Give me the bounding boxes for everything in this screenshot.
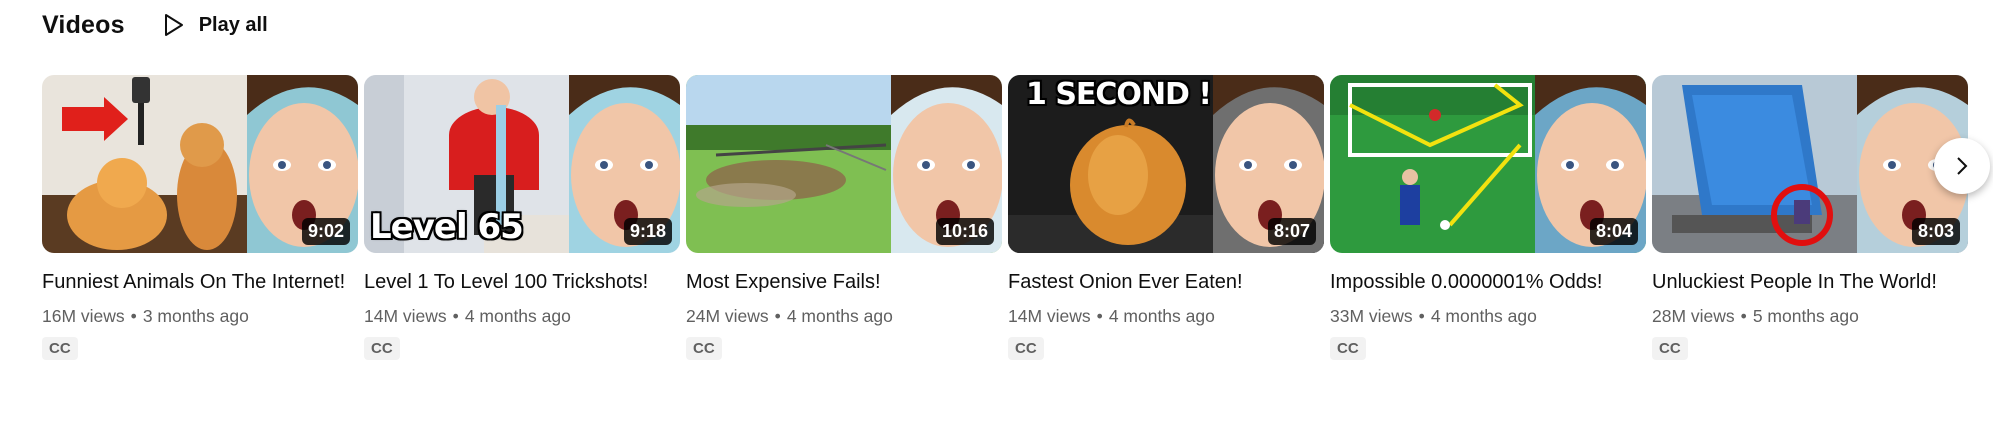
cc-badge: CC	[1652, 337, 1688, 360]
video-meta: 24M views • 4 months ago	[686, 303, 1002, 329]
video-thumbnail[interactable]: 8:04	[1330, 75, 1646, 253]
separator-dot: •	[1740, 306, 1747, 326]
duration-badge: 9:02	[301, 218, 350, 245]
upload-age: 3 months ago	[142, 306, 249, 326]
play-all-button[interactable]: Play all	[163, 13, 268, 37]
video-card: 8:03 Unluckiest People In The World! 28M…	[1652, 75, 1968, 360]
view-count: 33M views	[1330, 306, 1413, 326]
view-count: 14M views	[364, 306, 447, 326]
video-thumbnail[interactable]: 8:03	[1652, 75, 1968, 253]
video-meta: 28M views • 5 months ago	[1652, 303, 1968, 329]
video-title[interactable]: Most Expensive Fails!	[686, 267, 1002, 297]
cc-badge: CC	[42, 337, 78, 360]
video-title[interactable]: Unluckiest People In The World!	[1652, 267, 1968, 297]
separator-dot: •	[130, 306, 137, 326]
video-meta: 16M views • 3 months ago	[42, 303, 358, 329]
video-meta: 14M views • 4 months ago	[364, 303, 680, 329]
video-thumbnail[interactable]: 10:16	[686, 75, 1002, 253]
duration-badge: 9:18	[623, 218, 672, 245]
chevron-right-icon	[1957, 157, 1968, 175]
video-meta: 14M views • 4 months ago	[1008, 303, 1324, 329]
upload-age: 4 months ago	[786, 306, 893, 326]
separator-dot: •	[774, 306, 781, 326]
video-thumbnail[interactable]: 9:02	[42, 75, 358, 253]
view-count: 14M views	[1008, 306, 1091, 326]
view-count: 16M views	[42, 306, 125, 326]
upload-age: 4 months ago	[1108, 306, 1215, 326]
separator-dot: •	[1096, 306, 1103, 326]
video-title[interactable]: Level 1 To Level 100 Trickshots!	[364, 267, 680, 297]
play-all-label: Play all	[198, 13, 268, 36]
upload-age: 4 months ago	[464, 306, 571, 326]
video-card: 9:02 Funniest Animals On The Internet! 1…	[42, 75, 358, 360]
next-videos-button[interactable]	[1934, 138, 1990, 194]
separator-dot: •	[452, 306, 459, 326]
view-count: 24M views	[686, 306, 769, 326]
video-card: 1 SECOND ! 8:07 Fastest Onion Ever Eaten…	[1008, 75, 1324, 360]
thumbnail-overlay-text: 1 SECOND !	[1026, 77, 1212, 112]
video-card: 10:16 Most Expensive Fails! 24M views • 4 …	[686, 75, 1002, 360]
cc-badge: CC	[686, 337, 722, 360]
thumbnail-overlay-text: Level 65	[370, 207, 524, 247]
duration-badge: 8:03	[1911, 218, 1960, 245]
video-thumbnail[interactable]: 1 SECOND ! 8:07	[1008, 75, 1324, 253]
duration-badge: 8:07	[1267, 218, 1316, 245]
shelf-title[interactable]: Videos	[42, 11, 125, 40]
video-title[interactable]: Fastest Onion Ever Eaten!	[1008, 267, 1324, 297]
video-thumbnail[interactable]: Level 65 9:18	[364, 75, 680, 253]
duration-badge: 8:04	[1589, 218, 1638, 245]
duration-badge: 10:16	[935, 218, 994, 245]
play-outline-icon	[164, 14, 183, 36]
video-title[interactable]: Impossible 0.0000001% Odds!	[1330, 267, 1646, 297]
view-count: 28M views	[1652, 306, 1735, 326]
video-card: Level 65 9:18 Level 1 To Level 100 Trick…	[364, 75, 680, 360]
video-title[interactable]: Funniest Animals On The Internet!	[42, 267, 358, 297]
shelf-header: Videos Play all	[42, 0, 268, 50]
video-card: 8:04 Impossible 0.0000001% Odds! 33M vie…	[1330, 75, 1646, 360]
cc-badge: CC	[1330, 337, 1366, 360]
upload-age: 4 months ago	[1430, 306, 1537, 326]
upload-age: 5 months ago	[1752, 306, 1859, 326]
cc-badge: CC	[364, 337, 400, 360]
video-meta: 33M views • 4 months ago	[1330, 303, 1646, 329]
cc-badge: CC	[1008, 337, 1044, 360]
video-row: 9:02 Funniest Animals On The Internet! 1…	[42, 75, 1968, 360]
separator-dot: •	[1418, 306, 1425, 326]
